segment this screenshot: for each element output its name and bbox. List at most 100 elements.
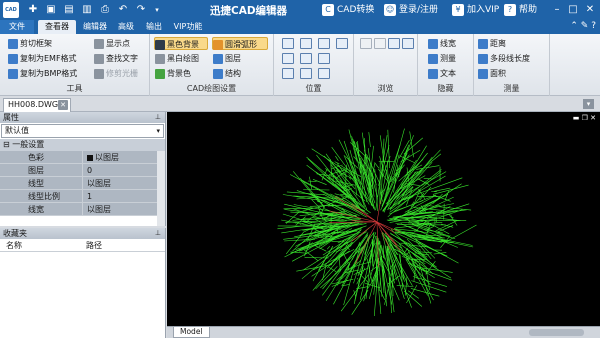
- zoom-out-icon[interactable]: [318, 53, 330, 64]
- maximize-button[interactable]: □: [566, 3, 580, 17]
- area-icon: [478, 68, 488, 79]
- trim-raster-button[interactable]: 修剪光栅: [94, 67, 138, 80]
- zoom-fit-icon[interactable]: [282, 53, 294, 64]
- zoom-window-icon[interactable]: [300, 38, 312, 49]
- black-background-button[interactable]: 黑色背景: [154, 37, 208, 50]
- frame-icon: [8, 38, 18, 49]
- group-label-position: 位置: [305, 84, 322, 93]
- save-icon[interactable]: ▤: [62, 3, 76, 17]
- view-3d-icon[interactable]: [300, 68, 312, 79]
- redo-icon[interactable]: ↷: [134, 3, 148, 17]
- tab-viewer[interactable]: 查看器: [38, 20, 76, 34]
- collapse-icon: ⊟: [3, 140, 13, 149]
- close-tab-icon[interactable]: ✕: [58, 100, 68, 110]
- property-row[interactable]: 图层 0: [0, 164, 165, 177]
- pin-icon[interactable]: ⊥: [155, 112, 161, 123]
- refresh-icon[interactable]: [402, 38, 414, 49]
- select-icon[interactable]: [388, 38, 400, 49]
- app-title: 迅捷CAD编辑器: [210, 5, 288, 17]
- background-color-button[interactable]: 背景色: [155, 67, 191, 80]
- zoom-previous-icon[interactable]: [300, 53, 312, 64]
- ribbon-group-hide: 线宽 测量 文本 隐藏: [418, 34, 474, 96]
- property-row[interactable]: 线宽 以图层: [0, 203, 165, 216]
- copy-emf-button[interactable]: 复制为EMF格式: [8, 52, 77, 65]
- layers-button[interactable]: 图层: [213, 52, 241, 65]
- tab-file[interactable]: 文件: [0, 20, 34, 34]
- print-icon[interactable]: ⎙: [98, 3, 112, 17]
- document-tab[interactable]: HH008.DWG ✕: [3, 98, 71, 112]
- copy-bmp-button[interactable]: 复制为BMP格式: [8, 67, 77, 80]
- tab-output[interactable]: 输出: [140, 20, 168, 34]
- column-path[interactable]: 路径: [80, 239, 102, 251]
- favorites-title: 收藏夹: [3, 229, 27, 238]
- vip-button[interactable]: ¥ 加入VIP: [452, 3, 499, 17]
- measure-toggle-button[interactable]: 测量: [428, 52, 456, 65]
- property-row[interactable]: 线型比例 1: [0, 190, 165, 203]
- close-button[interactable]: ✕: [583, 3, 597, 17]
- orbit-icon[interactable]: [318, 68, 330, 79]
- canvas-window-controls[interactable]: ▬ ❐ ✕: [573, 114, 596, 122]
- cut-frame-button[interactable]: 剪切框架: [8, 37, 52, 50]
- ribbon-group-tools: 剪切框架 复制为EMF格式 复制为BMP格式 显示点 查找文字 修剪光栅 工具: [0, 34, 150, 96]
- general-settings-section[interactable]: ⊟ 一般设置: [0, 139, 165, 151]
- property-row[interactable]: 色彩 以图层: [0, 151, 165, 164]
- layers-icon: [213, 53, 223, 64]
- properties-header: 属性 ⊥: [0, 112, 165, 123]
- undo-icon[interactable]: ↶: [116, 3, 130, 17]
- model-tab[interactable]: Model: [173, 327, 210, 338]
- property-value: 以图层: [82, 151, 165, 164]
- property-row[interactable]: 线型 以图层: [0, 177, 165, 190]
- ribbon-group-browse: 浏览: [354, 34, 418, 96]
- help-button[interactable]: ? 帮助: [504, 3, 537, 17]
- forward-arrow-icon[interactable]: [374, 38, 386, 49]
- tab-advanced[interactable]: 高级: [112, 20, 140, 34]
- ribbon: 剪切框架 复制为EMF格式 复制为BMP格式 显示点 查找文字 修剪光栅 工具 …: [0, 34, 600, 96]
- pin-icon[interactable]: ⊥: [155, 228, 161, 239]
- entity-selector-value: 默认值: [5, 126, 29, 135]
- find-text-button[interactable]: 查找文字: [94, 52, 138, 65]
- tab-list-dropdown-icon[interactable]: ▾: [583, 99, 594, 109]
- favorites-panel: 收藏夹 ⊥ 名称 路径: [0, 228, 166, 338]
- property-value: 0: [82, 164, 165, 177]
- new-file-icon[interactable]: ✚: [26, 3, 40, 17]
- bw-drawing-button[interactable]: 黑白绘图: [155, 52, 199, 65]
- favorites-header: 收藏夹 ⊥: [0, 228, 165, 239]
- area-button[interactable]: 面积: [478, 67, 506, 80]
- minimize-button[interactable]: –: [550, 3, 564, 17]
- pan-hand-icon[interactable]: [336, 38, 348, 49]
- smooth-arc-button[interactable]: 圆滑弧形: [212, 37, 268, 50]
- property-value: 1: [82, 190, 165, 203]
- property-key: 色彩: [0, 151, 82, 164]
- zoom-extents-icon[interactable]: [282, 38, 294, 49]
- property-value: 以图层: [82, 177, 165, 190]
- cad-drawing: [277, 128, 477, 317]
- polyline-length-button[interactable]: 多段线长度: [478, 52, 530, 65]
- open-file-icon[interactable]: ▣: [44, 3, 58, 17]
- rotate-icon[interactable]: [282, 68, 294, 79]
- ribbon-options-icon[interactable]: ⌃ ✎ ?: [570, 21, 596, 31]
- show-points-button[interactable]: 显示点: [94, 37, 130, 50]
- login-button[interactable]: ☺ 登录/注册: [384, 3, 438, 17]
- horizontal-scrollbar[interactable]: [529, 329, 584, 336]
- help-icon: ?: [504, 3, 516, 16]
- yen-icon: ¥: [452, 3, 464, 16]
- properties-scrollbar[interactable]: [157, 151, 165, 226]
- zoom-in-icon[interactable]: [318, 38, 330, 49]
- back-arrow-icon[interactable]: [360, 38, 372, 49]
- column-name[interactable]: 名称: [0, 239, 80, 251]
- document-tab-label: HH008.DWG: [8, 100, 59, 109]
- ribbon-group-cad-settings: 黑色背景 黑白绘图 背景色 圆滑弧形 图层 结构 CAD绘图设置: [150, 34, 274, 96]
- entity-selector[interactable]: 默认值 ▾: [1, 124, 164, 138]
- tab-vip[interactable]: VIP功能: [168, 20, 208, 34]
- copy-bmp-icon: [8, 68, 18, 79]
- tab-editor[interactable]: 编辑器: [78, 20, 112, 34]
- drawing-canvas[interactable]: ▬ ❐ ✕: [167, 112, 600, 338]
- save-as-icon[interactable]: ▥: [80, 3, 94, 17]
- structure-button[interactable]: 结构: [213, 67, 241, 80]
- cad-convert-button[interactable]: C CAD转换: [322, 3, 374, 17]
- group-label-cad-settings: CAD绘图设置: [186, 84, 237, 93]
- quick-access-menu-icon[interactable]: ▾: [150, 3, 164, 17]
- distance-button[interactable]: 距离: [478, 37, 506, 50]
- text-toggle-button[interactable]: 文本: [428, 67, 456, 80]
- line-width-button[interactable]: 线宽: [428, 37, 456, 50]
